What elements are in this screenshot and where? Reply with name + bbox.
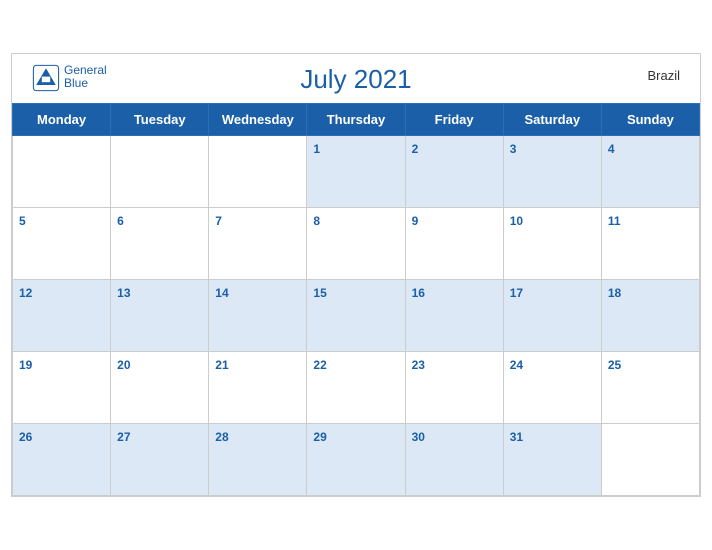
calendar-week-row: 26 27 28 29 30 31 bbox=[13, 424, 700, 496]
calendar-day-cell: 1 bbox=[307, 136, 405, 208]
day-number: 4 bbox=[608, 142, 615, 156]
day-number: 20 bbox=[117, 358, 130, 372]
day-number: 21 bbox=[215, 358, 228, 372]
weekday-header-tuesday: Tuesday bbox=[111, 104, 209, 136]
day-number: 2 bbox=[412, 142, 419, 156]
calendar-day-cell: 7 bbox=[209, 208, 307, 280]
brand-logo-area: General Blue bbox=[32, 64, 107, 92]
calendar-day-cell: 4 bbox=[601, 136, 699, 208]
day-number: 29 bbox=[313, 430, 326, 444]
day-number: 26 bbox=[19, 430, 32, 444]
calendar-day-cell: 10 bbox=[503, 208, 601, 280]
day-number: 10 bbox=[510, 214, 523, 228]
calendar-grid: MondayTuesdayWednesdayThursdayFridaySatu… bbox=[12, 103, 700, 496]
brand-name: General Blue bbox=[64, 64, 107, 90]
day-number: 7 bbox=[215, 214, 222, 228]
day-number: 31 bbox=[510, 430, 523, 444]
calendar-day-cell: 3 bbox=[503, 136, 601, 208]
calendar-day-cell bbox=[13, 136, 111, 208]
calendar-week-row: 12 13 14 15 16 17 18 bbox=[13, 280, 700, 352]
calendar-day-cell bbox=[601, 424, 699, 496]
day-number: 23 bbox=[412, 358, 425, 372]
brand-line2: Blue bbox=[64, 77, 107, 90]
calendar-day-cell bbox=[209, 136, 307, 208]
day-number: 9 bbox=[412, 214, 419, 228]
weekday-header-row: MondayTuesdayWednesdayThursdayFridaySatu… bbox=[13, 104, 700, 136]
weekday-header-monday: Monday bbox=[13, 104, 111, 136]
calendar-day-cell bbox=[111, 136, 209, 208]
calendar-day-cell: 17 bbox=[503, 280, 601, 352]
calendar-day-cell: 12 bbox=[13, 280, 111, 352]
day-number: 17 bbox=[510, 286, 523, 300]
day-number: 13 bbox=[117, 286, 130, 300]
weekday-header-sunday: Sunday bbox=[601, 104, 699, 136]
calendar-day-cell: 22 bbox=[307, 352, 405, 424]
calendar-day-cell: 2 bbox=[405, 136, 503, 208]
day-number: 18 bbox=[608, 286, 621, 300]
day-number: 24 bbox=[510, 358, 523, 372]
calendar-day-cell: 16 bbox=[405, 280, 503, 352]
calendar-day-cell: 26 bbox=[13, 424, 111, 496]
day-number: 11 bbox=[608, 214, 621, 228]
calendar-day-cell: 29 bbox=[307, 424, 405, 496]
calendar-week-row: 1 2 3 4 bbox=[13, 136, 700, 208]
calendar-day-cell: 25 bbox=[601, 352, 699, 424]
day-number: 1 bbox=[313, 142, 320, 156]
calendar-day-cell: 21 bbox=[209, 352, 307, 424]
calendar-day-cell: 30 bbox=[405, 424, 503, 496]
calendar-day-cell: 27 bbox=[111, 424, 209, 496]
day-number: 15 bbox=[313, 286, 326, 300]
calendar-day-cell: 19 bbox=[13, 352, 111, 424]
day-number: 5 bbox=[19, 214, 26, 228]
calendar-day-cell: 20 bbox=[111, 352, 209, 424]
day-number: 25 bbox=[608, 358, 621, 372]
calendar-day-cell: 8 bbox=[307, 208, 405, 280]
calendar-container: General Blue July 2021 Brazil MondayTues… bbox=[11, 53, 701, 497]
day-number: 28 bbox=[215, 430, 228, 444]
calendar-day-cell: 31 bbox=[503, 424, 601, 496]
day-number: 30 bbox=[412, 430, 425, 444]
calendar-day-cell: 5 bbox=[13, 208, 111, 280]
day-number: 12 bbox=[19, 286, 32, 300]
calendar-day-cell: 28 bbox=[209, 424, 307, 496]
calendar-week-row: 5 6 7 8 9 10 11 bbox=[13, 208, 700, 280]
day-number: 19 bbox=[19, 358, 32, 372]
calendar-day-cell: 11 bbox=[601, 208, 699, 280]
calendar-day-cell: 24 bbox=[503, 352, 601, 424]
brand-icon bbox=[32, 64, 60, 92]
weekday-header-friday: Friday bbox=[405, 104, 503, 136]
day-number: 14 bbox=[215, 286, 228, 300]
calendar-day-cell: 18 bbox=[601, 280, 699, 352]
day-number: 3 bbox=[510, 142, 517, 156]
day-number: 6 bbox=[117, 214, 124, 228]
calendar-day-cell: 13 bbox=[111, 280, 209, 352]
country-label: Brazil bbox=[647, 68, 680, 83]
weekday-header-wednesday: Wednesday bbox=[209, 104, 307, 136]
day-number: 22 bbox=[313, 358, 326, 372]
calendar-day-cell: 14 bbox=[209, 280, 307, 352]
calendar-day-cell: 23 bbox=[405, 352, 503, 424]
calendar-day-cell: 6 bbox=[111, 208, 209, 280]
weekday-header-saturday: Saturday bbox=[503, 104, 601, 136]
day-number: 8 bbox=[313, 214, 320, 228]
day-number: 27 bbox=[117, 430, 130, 444]
calendar-week-row: 19 20 21 22 23 24 25 bbox=[13, 352, 700, 424]
calendar-title: July 2021 bbox=[300, 64, 411, 95]
weekday-header-thursday: Thursday bbox=[307, 104, 405, 136]
calendar-day-cell: 15 bbox=[307, 280, 405, 352]
day-number: 16 bbox=[412, 286, 425, 300]
calendar-day-cell: 9 bbox=[405, 208, 503, 280]
calendar-header: General Blue July 2021 Brazil bbox=[12, 54, 700, 103]
